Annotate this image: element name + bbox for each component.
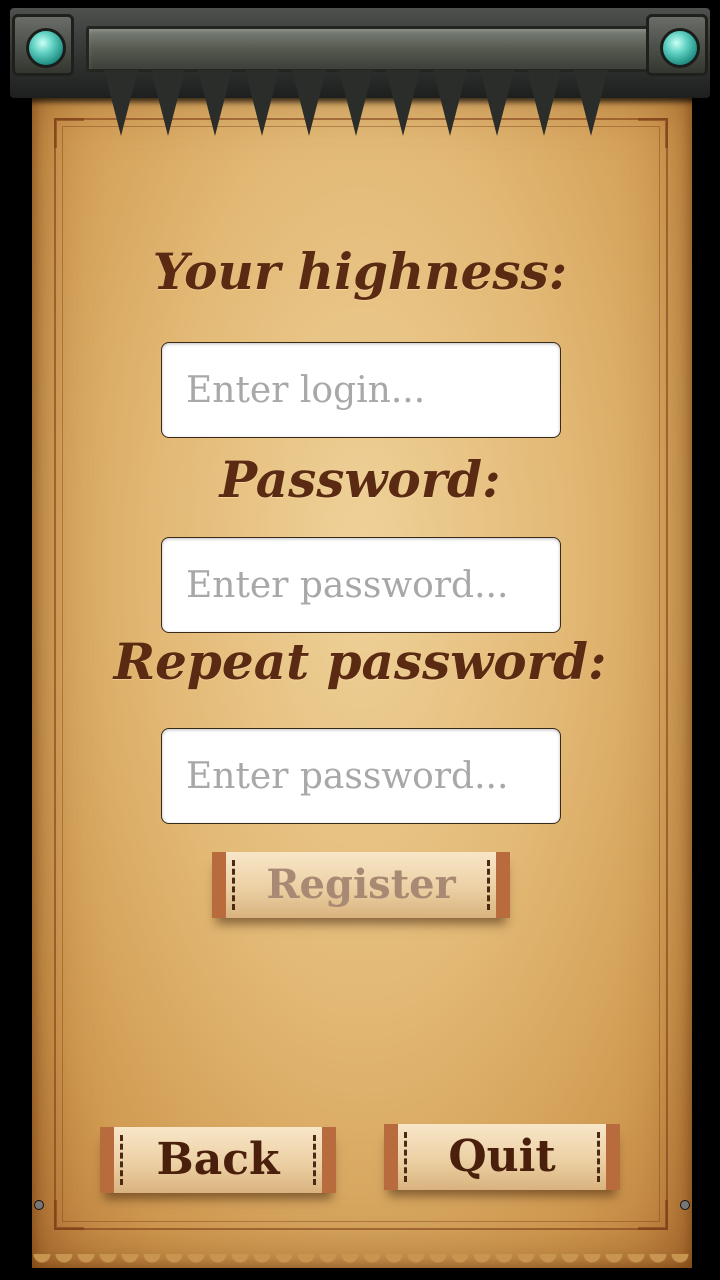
login-field[interactable] xyxy=(161,342,561,438)
header-plate xyxy=(86,26,662,72)
spike-icon xyxy=(339,70,373,136)
spike-icon xyxy=(292,70,326,136)
corner-ornament-top-right xyxy=(638,118,668,148)
repeat-password-label: Repeat password: xyxy=(113,632,607,691)
gem-holder-right xyxy=(646,14,708,76)
spike-icon xyxy=(480,70,514,136)
repeat-password-field[interactable] xyxy=(161,728,561,824)
spike-icon xyxy=(527,70,561,136)
gem-left-icon xyxy=(26,28,66,68)
stitch-right xyxy=(313,1135,316,1185)
spike-icon xyxy=(198,70,232,136)
password-field[interactable] xyxy=(161,537,561,633)
quit-button-label: Quit xyxy=(448,1131,556,1182)
register-button[interactable]: Register xyxy=(212,852,510,918)
login-label: Your highness: xyxy=(152,242,568,301)
spike-icon xyxy=(433,70,467,136)
stitch-left xyxy=(120,1135,123,1185)
corner-ornament-top-left xyxy=(54,118,84,148)
register-button-label: Register xyxy=(266,861,456,908)
back-button[interactable]: Back xyxy=(100,1127,336,1193)
stitch-left xyxy=(232,860,235,910)
spike-icon xyxy=(104,70,138,136)
bolt-icon xyxy=(34,1200,44,1210)
spike-icon xyxy=(151,70,185,136)
spike-icon xyxy=(574,70,608,136)
back-button-label: Back xyxy=(156,1134,280,1185)
login-input[interactable] xyxy=(162,343,560,437)
bolt-icon xyxy=(680,1200,690,1210)
repeat-password-input[interactable] xyxy=(162,729,560,823)
spike-icon xyxy=(386,70,420,136)
password-input[interactable] xyxy=(162,538,560,632)
stitch-right xyxy=(597,1132,600,1182)
corner-ornament-bottom-left xyxy=(54,1200,84,1230)
stitch-right xyxy=(487,860,490,910)
gem-holder-left xyxy=(12,14,74,76)
gem-right-icon xyxy=(660,28,700,68)
password-label: Password: xyxy=(219,450,501,509)
header-spikes xyxy=(104,70,624,142)
stitch-left xyxy=(404,1132,407,1182)
corner-ornament-bottom-right xyxy=(638,1200,668,1230)
quit-button[interactable]: Quit xyxy=(384,1124,620,1190)
spike-icon xyxy=(245,70,279,136)
